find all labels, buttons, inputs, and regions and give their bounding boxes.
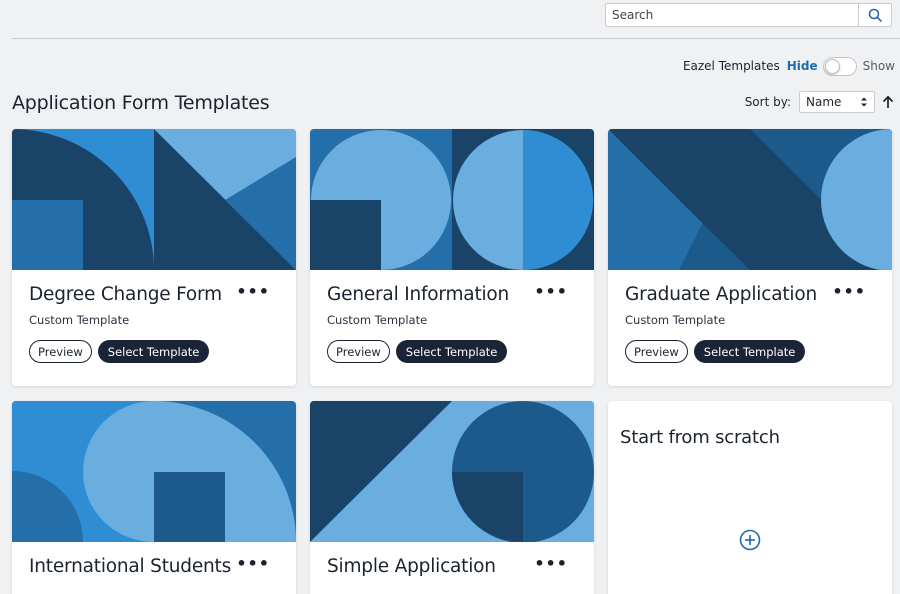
card-title: General Information <box>327 284 510 305</box>
plus-circle-icon[interactable] <box>739 529 761 551</box>
card-artwork <box>608 129 892 270</box>
card-title: Simple Application <box>327 556 496 577</box>
preview-button[interactable]: Preview <box>625 340 688 363</box>
sort-label: Sort by: <box>744 95 791 109</box>
search-icon <box>868 8 882 22</box>
card-actions: Preview Select Template <box>327 340 508 363</box>
search-button[interactable] <box>858 4 891 26</box>
card-subtitle: Custom Template <box>625 313 726 327</box>
card-actions: Preview Select Template <box>625 340 806 363</box>
more-options-button[interactable]: ••• <box>236 556 270 572</box>
card-title: International Students <box>29 556 232 577</box>
search-input[interactable] <box>606 4 858 26</box>
more-options-button[interactable]: ••• <box>236 284 270 300</box>
sort-select[interactable]: Name <box>799 91 875 113</box>
template-card-general-information: General Information ••• Custom Template … <box>310 129 594 386</box>
sort-direction-button[interactable] <box>881 94 895 110</box>
sort-selected-value: Name <box>806 95 842 109</box>
card-artwork <box>12 401 296 542</box>
preview-button[interactable]: Preview <box>327 340 390 363</box>
eazel-templates-toggle[interactable] <box>822 56 857 76</box>
scratch-title: Start from scratch <box>620 427 780 448</box>
header-divider <box>12 38 900 39</box>
toggle-knob <box>824 58 840 74</box>
select-template-button[interactable]: Select Template <box>395 340 508 363</box>
start-from-scratch-card[interactable]: Start from scratch <box>608 401 892 594</box>
card-actions: Preview Select Template <box>29 340 210 363</box>
template-card-graduate-application: Graduate Application ••• Custom Template… <box>608 129 892 386</box>
card-artwork <box>310 401 594 542</box>
card-artwork <box>310 129 594 270</box>
more-options-button[interactable]: ••• <box>832 284 866 300</box>
card-artwork <box>12 129 296 270</box>
card-title: Degree Change Form <box>29 284 222 305</box>
chevron-up-down-icon <box>861 97 867 107</box>
eazel-templates-toggle-row: Eazel Templates Hide Show <box>683 56 895 76</box>
arrow-up-icon <box>882 95 894 108</box>
page-title: Application Form Templates <box>12 92 270 114</box>
eazel-templates-label: Eazel Templates <box>682 59 780 73</box>
hide-link[interactable]: Hide <box>787 59 818 73</box>
select-template-button[interactable]: Select Template <box>693 340 806 363</box>
more-options-button[interactable]: ••• <box>534 284 568 300</box>
template-card-simple-application: Simple Application ••• <box>310 401 594 594</box>
card-title: Graduate Application <box>625 284 817 305</box>
search-box <box>605 3 892 27</box>
show-label: Show <box>862 59 895 73</box>
preview-button[interactable]: Preview <box>29 340 92 363</box>
template-card-degree-change-form: Degree Change Form ••• Custom Template P… <box>12 129 296 386</box>
sort-controls: Sort by: Name <box>745 91 895 113</box>
card-subtitle: Custom Template <box>327 313 428 327</box>
template-card-international-students: International Students ••• <box>12 401 296 594</box>
select-template-button[interactable]: Select Template <box>97 340 210 363</box>
card-subtitle: Custom Template <box>29 313 130 327</box>
more-options-button[interactable]: ••• <box>534 556 568 572</box>
